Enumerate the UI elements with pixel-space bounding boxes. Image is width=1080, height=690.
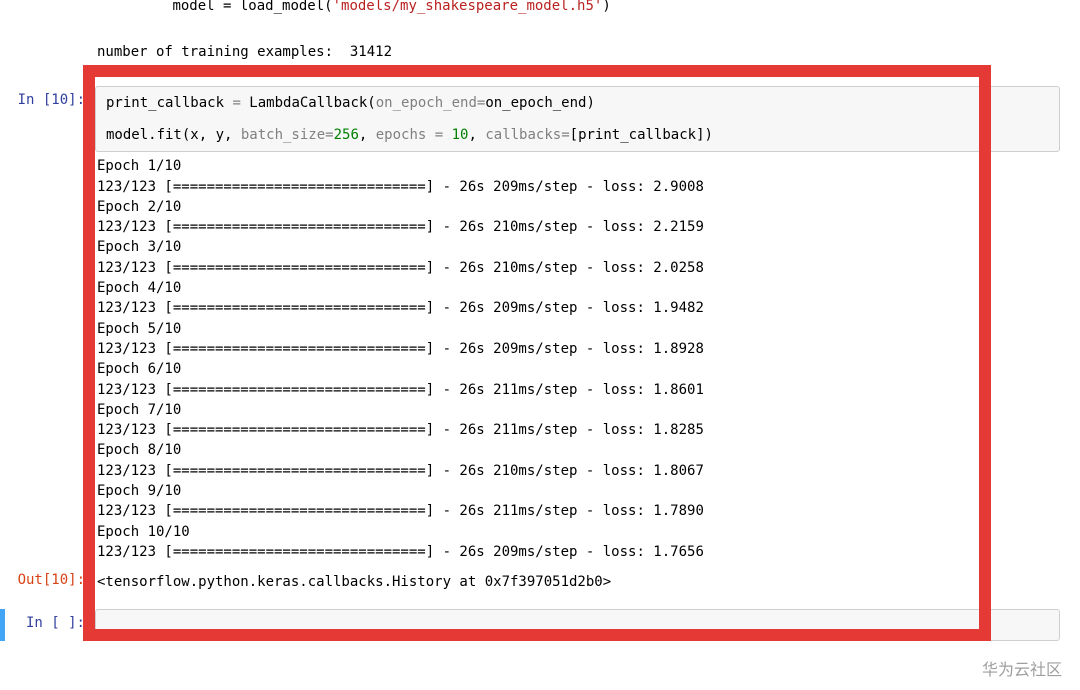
watermark-text: 华为云社区 (982, 656, 1062, 680)
cell-next[interactable]: In [ ]: (0, 609, 1060, 641)
prev-code-tail: model = load_model('models/my_shakespear… (95, 0, 1060, 30)
code-input-empty[interactable] (95, 609, 1060, 641)
notebook: model = load_model('models/my_shakespear… (0, 0, 1080, 641)
return-value: <tensorflow.python.keras.callbacks.Histo… (95, 566, 1060, 594)
output-prompt: Out[10]: (5, 566, 95, 588)
training-output: Epoch 1/10 123/123 [====================… (95, 152, 1060, 564)
cell-previous-output: number of training examples: 31412 (95, 38, 1060, 64)
cell-main[interactable]: In [10]: print_callback = LambdaCallback… (5, 86, 1060, 564)
code-input[interactable]: print_callback = LambdaCallback(on_epoch… (95, 86, 1060, 152)
cell-previous[interactable]: model = load_model('models/my_shakespear… (95, 0, 1060, 34)
input-prompt-empty: In [ ]: (5, 609, 95, 631)
prev-output-text: number of training examples: 31412 (95, 38, 1060, 64)
cell-main-return: Out[10]: <tensorflow.python.keras.callba… (5, 566, 1060, 594)
input-prompt: In [10]: (5, 86, 95, 108)
